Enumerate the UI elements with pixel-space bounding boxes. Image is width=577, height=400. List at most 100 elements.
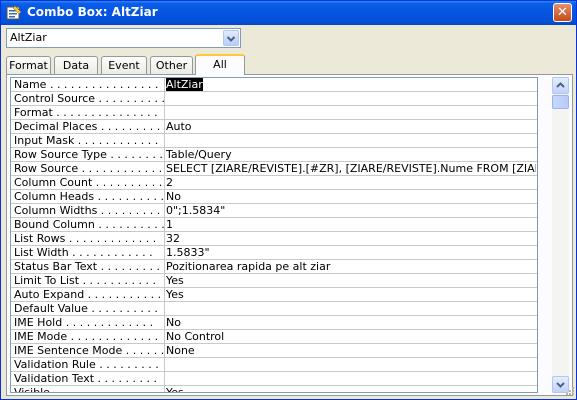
property-name: Decimal Places . . . . . . . . . .	[14, 120, 164, 133]
column-divider	[164, 134, 165, 148]
property-value[interactable]	[166, 302, 536, 315]
property-value[interactable]: SELECT [ZIARE/REVISTE].[#ZR], [ZIARE/REV…	[166, 162, 536, 175]
column-divider	[164, 92, 165, 106]
property-value[interactable]: No Control	[166, 330, 536, 343]
object-selector-dropdown-button[interactable]	[223, 30, 239, 46]
property-row[interactable]: IME Sentence Mode . . . . . . . . None	[11, 344, 537, 358]
property-name: Column Widths . . . . . . . . . .	[14, 204, 164, 217]
properties-window: Combo Box: AltZiar ✕ AltZiar Format Data…	[0, 0, 577, 400]
column-divider	[164, 288, 165, 302]
property-row[interactable]: Status Bar Text . . . . . . . . . Pozitio…	[11, 260, 537, 274]
column-divider	[164, 246, 165, 260]
column-divider	[164, 358, 165, 372]
column-divider	[164, 78, 165, 92]
property-name: Row Source Type . . . . . . . . .	[14, 148, 164, 161]
property-value[interactable]: AltZiar	[166, 78, 536, 91]
column-divider	[164, 218, 165, 232]
property-row[interactable]: Row Source . . . . . . . . . . . . SELECT…	[11, 162, 537, 176]
property-name: Format . . . . . . . . . . . . . . .	[14, 106, 158, 119]
property-row[interactable]: Default Value . . . . . . . . . .	[11, 302, 537, 316]
property-name: Row Source . . . . . . . . . . . .	[14, 162, 163, 175]
property-row[interactable]: Column Heads . . . . . . . . . . . No	[11, 190, 537, 204]
property-name: List Rows . . . . . . . . . . . . .	[14, 232, 157, 245]
object-selector[interactable]: AltZiar	[6, 28, 241, 48]
tab-data[interactable]: Data	[54, 56, 98, 74]
property-value[interactable]: No	[166, 316, 536, 329]
property-value[interactable]	[166, 134, 536, 147]
property-value[interactable]: No	[166, 190, 536, 203]
tab-other[interactable]: Other	[150, 56, 193, 74]
vertical-scrollbar[interactable]	[552, 77, 569, 393]
property-row[interactable]: IME Mode . . . . . . . . . . . . . No Con…	[11, 330, 537, 344]
column-divider	[164, 162, 165, 176]
property-name: Input Mask . . . . . . . . . . . .	[14, 134, 159, 147]
property-value-selected-text[interactable]: AltZiar	[166, 78, 203, 91]
tab-event[interactable]: Event	[101, 56, 147, 74]
property-value[interactable]	[166, 358, 536, 371]
property-value[interactable]: 32	[166, 232, 536, 245]
column-divider	[164, 330, 165, 344]
property-value[interactable]: Table/Query	[166, 148, 536, 161]
property-row[interactable]: Column Widths . . . . . . . . . . 0";1.58…	[11, 204, 537, 218]
tab-strip: Format Data Event Other All	[6, 54, 566, 75]
property-row[interactable]: Limit To List . . . . . . . . . . . Yes	[11, 274, 537, 288]
property-value[interactable]	[166, 106, 536, 119]
property-row[interactable]: Visible . . . . . . . . . . . . . . Yes	[11, 386, 537, 392]
property-value[interactable]: Yes	[166, 386, 536, 392]
column-divider	[164, 274, 165, 288]
column-divider	[164, 372, 165, 386]
close-icon: ✕	[557, 5, 568, 20]
property-value[interactable]: None	[166, 344, 536, 357]
property-row[interactable]: Name . . . . . . . . . . . . . . . . AltZ…	[11, 78, 537, 92]
property-row[interactable]: Control Source . . . . . . . . . .	[11, 92, 537, 106]
property-name: Default Value . . . . . . . . . .	[14, 302, 158, 315]
property-name: IME Sentence Mode . . . . . . . .	[14, 344, 164, 357]
property-row[interactable]: Validation Text . . . . . . . . .	[11, 372, 537, 386]
property-name: IME Hold . . . . . . . . . . . . .	[14, 316, 154, 329]
title-bar[interactable]: Combo Box: AltZiar ✕	[1, 1, 576, 25]
property-value[interactable]: 0";1.5834"	[166, 204, 536, 217]
property-value[interactable]: Pozitionarea rapida pe alt ziar	[166, 260, 536, 273]
property-grid: Name . . . . . . . . . . . . . . . . AltZ…	[10, 77, 538, 393]
property-name: Validation Text . . . . . . . . .	[14, 372, 157, 385]
resize-grip-icon[interactable]	[563, 386, 575, 398]
object-selector-value: AltZiar	[10, 31, 47, 44]
property-row[interactable]: Decimal Places . . . . . . . . . . Auto	[11, 120, 537, 134]
column-divider	[164, 106, 165, 120]
property-value[interactable]: 2	[166, 176, 536, 189]
column-divider	[164, 232, 165, 246]
property-name: Name . . . . . . . . . . . . . . . .	[14, 78, 159, 91]
property-panel: Name . . . . . . . . . . . . . . . . AltZ…	[6, 74, 573, 396]
column-divider	[164, 148, 165, 162]
property-row[interactable]: Input Mask . . . . . . . . . . . .	[11, 134, 537, 148]
property-row[interactable]: IME Hold . . . . . . . . . . . . . No	[11, 316, 537, 330]
column-divider	[164, 120, 165, 134]
property-row[interactable]: List Rows . . . . . . . . . . . . . 32	[11, 232, 537, 246]
property-value[interactable]: Yes	[166, 288, 536, 301]
column-divider	[164, 190, 165, 204]
property-row[interactable]: Column Count . . . . . . . . . . .2	[11, 176, 537, 190]
scroll-thumb[interactable]	[552, 95, 569, 109]
property-value[interactable]: Yes	[166, 274, 536, 287]
column-divider	[164, 176, 165, 190]
property-row[interactable]: Auto Expand . . . . . . . . . . . Yes	[11, 288, 537, 302]
property-row[interactable]: Bound Column . . . . . . . . . . .1	[11, 218, 537, 232]
property-row[interactable]: Row Source Type . . . . . . . . . Table/Q…	[11, 148, 537, 162]
property-value[interactable]: 1.5833"	[166, 246, 536, 259]
tab-all[interactable]: All	[195, 54, 245, 75]
scroll-up-button[interactable]	[552, 77, 569, 94]
property-value[interactable]	[166, 92, 536, 105]
property-name: List Width . . . . . . . . . . . .	[14, 246, 153, 259]
tab-format[interactable]: Format	[6, 56, 51, 74]
column-divider	[164, 316, 165, 330]
property-value[interactable]	[166, 372, 536, 385]
property-value[interactable]: 1	[166, 218, 536, 231]
property-row[interactable]: List Width . . . . . . . . . . . . 1.5833…	[11, 246, 537, 260]
property-value[interactable]: Auto	[166, 120, 536, 133]
property-name: Status Bar Text . . . . . . . . .	[14, 260, 161, 273]
property-row[interactable]: Format . . . . . . . . . . . . . . .	[11, 106, 537, 120]
close-button[interactable]: ✕	[553, 3, 572, 22]
property-row[interactable]: Validation Rule . . . . . . . . .	[11, 358, 537, 372]
column-divider	[164, 204, 165, 218]
column-divider	[164, 260, 165, 274]
